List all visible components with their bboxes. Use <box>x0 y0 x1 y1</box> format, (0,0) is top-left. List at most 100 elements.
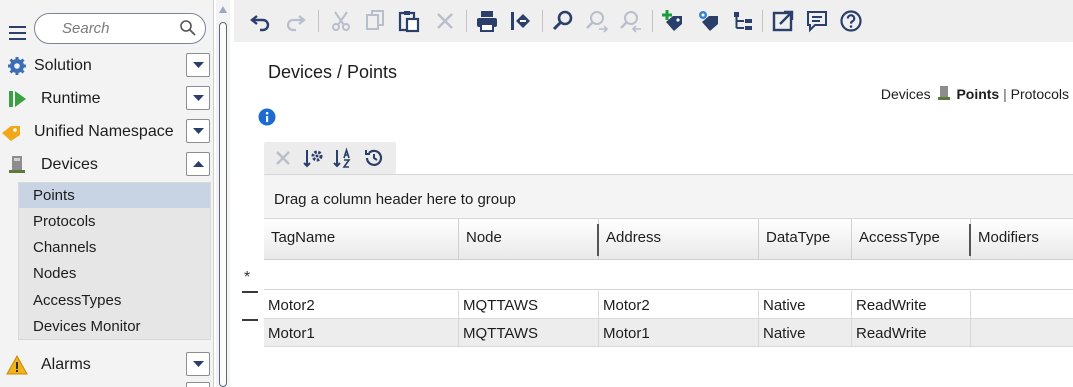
cell-node[interactable]: MQTTAWS <box>459 319 599 346</box>
cell-modifiers[interactable] <box>971 291 1073 318</box>
cell-address[interactable]: Motor1 <box>599 319 759 346</box>
print-icon <box>477 11 497 32</box>
add-tag-icon <box>662 10 682 31</box>
find-next-button[interactable] <box>582 6 612 36</box>
hamburger-menu-icon[interactable] <box>9 26 26 40</box>
column-header-node[interactable]: Node <box>459 219 599 260</box>
delete-icon <box>437 13 453 29</box>
paste-icon <box>398 11 420 33</box>
cut-icon <box>332 11 350 31</box>
undo-button[interactable] <box>246 6 276 36</box>
sort-az-icon[interactable] <box>332 147 354 169</box>
expand-button[interactable] <box>186 86 210 110</box>
sidebar-subitem-accesstypes[interactable]: AccessTypes <box>19 288 210 313</box>
grid-toolbar <box>264 142 396 174</box>
comment-icon <box>807 11 827 33</box>
cell-accesstype[interactable]: ReadWrite <box>852 291 971 318</box>
group-hint: Drag a column header here to group <box>274 191 516 208</box>
chevron-down-icon <box>193 128 204 134</box>
sort-settings-icon[interactable] <box>302 147 324 169</box>
column-header-datatype[interactable]: DataType <box>759 219 852 260</box>
search-placeholder: Search <box>62 20 110 37</box>
paste-button[interactable] <box>394 6 424 36</box>
group-panel[interactable]: Drag a column header here to group <box>264 174 1073 218</box>
search-input[interactable]: Search <box>34 13 206 44</box>
play-icon <box>9 91 26 107</box>
import-button[interactable] <box>506 6 536 36</box>
scrollbar-thumb[interactable] <box>219 22 227 387</box>
main-content: Devices / Points Devices Points | Protoc… <box>234 42 1073 387</box>
cell-datatype[interactable]: Native <box>759 291 852 318</box>
protocols-link[interactable]: Protocols <box>1011 86 1069 102</box>
expand-button[interactable] <box>186 352 210 376</box>
sidebar-item-unified-namespace[interactable]: Unified Namespace <box>0 115 214 147</box>
main-toolbar <box>234 0 1073 42</box>
sidebar-subitem-protocols[interactable]: Protocols <box>19 209 210 234</box>
clear-icon[interactable] <box>272 147 294 169</box>
device-icon <box>9 156 25 173</box>
sidebar-item-alarms[interactable]: Alarms <box>0 348 214 380</box>
cell-modifiers[interactable] <box>971 319 1073 346</box>
print-button[interactable] <box>472 6 502 36</box>
sidebar-subitem-devices-monitor[interactable]: Devices Monitor <box>19 314 210 339</box>
column-header-tagname[interactable]: TagName <box>264 219 459 260</box>
collapse-button[interactable] <box>186 152 210 176</box>
open-new-window-icon <box>772 10 794 32</box>
table-row[interactable]: Motor2 MQTTAWS Motor2 Native ReadWrite <box>264 291 1073 319</box>
open-new-window-button[interactable] <box>768 6 798 36</box>
sidebar-scrollbar[interactable] <box>216 0 230 387</box>
redo-icon <box>286 15 306 32</box>
table-row[interactable]: Motor1 MQTTAWS Motor1 Native ReadWrite <box>264 319 1073 347</box>
cell-node[interactable]: MQTTAWS <box>459 291 599 318</box>
new-row[interactable] <box>264 260 1073 290</box>
expand-button[interactable] <box>186 382 210 387</box>
column-header-address[interactable]: Address <box>597 219 759 260</box>
sidebar-item-devices[interactable]: Devices <box>0 148 214 180</box>
delete-button[interactable] <box>430 6 460 36</box>
sidebar: Search Solution Runtime Unified Namespac… <box>0 0 214 387</box>
sidebar-item-label: Unified Namespace <box>34 123 174 140</box>
redo-button[interactable] <box>280 6 310 36</box>
sidebar-item-runtime[interactable]: Runtime <box>0 82 214 114</box>
sidebar-item-label: Devices <box>41 156 98 173</box>
sidebar-subitem-nodes[interactable]: Nodes <box>19 261 210 286</box>
cell-tagname[interactable]: Motor1 <box>264 319 459 346</box>
cut-button[interactable] <box>326 6 356 36</box>
switcher-divider: | <box>1003 86 1007 102</box>
copy-button[interactable] <box>360 6 390 36</box>
add-tag-button[interactable] <box>658 6 688 36</box>
column-header-accesstype[interactable]: AccessType <box>852 219 971 260</box>
cell-tagname[interactable]: Motor2 <box>264 291 459 318</box>
tag-settings-button[interactable] <box>694 6 724 36</box>
cell-datatype[interactable]: Native <box>759 319 852 346</box>
chevron-up-icon <box>193 161 204 167</box>
cell-address[interactable]: Motor2 <box>599 291 759 318</box>
comment-button[interactable] <box>802 6 832 36</box>
find-icon <box>552 10 573 31</box>
scroll-up-arrow-icon[interactable] <box>219 6 227 13</box>
cell-accesstype[interactable]: ReadWrite <box>852 319 971 346</box>
find-button[interactable] <box>548 6 578 36</box>
chevron-down-icon <box>193 361 204 367</box>
sidebar-item-label: Runtime <box>41 90 101 107</box>
find-previous-button[interactable] <box>616 6 646 36</box>
sidebar-item-solution[interactable]: Solution <box>0 49 214 81</box>
row-indicator <box>242 291 258 293</box>
expand-button[interactable] <box>186 53 210 77</box>
info-icon[interactable] <box>258 108 276 126</box>
expand-button[interactable] <box>186 119 210 143</box>
column-header-modifiers[interactable]: Modifiers <box>969 219 1073 260</box>
points-grid: Drag a column header here to group TagNa… <box>234 174 1073 387</box>
import-icon <box>511 12 530 30</box>
search-icon[interactable] <box>179 19 197 37</box>
sidebar-subitem-channels[interactable]: Channels <box>19 235 210 260</box>
tag-icon <box>2 126 20 141</box>
tree-view-button[interactable] <box>728 6 758 36</box>
points-link[interactable]: Points <box>956 86 999 102</box>
sidebar-subitem-points[interactable]: Points <box>19 183 210 208</box>
help-button[interactable] <box>836 6 866 36</box>
devices-link[interactable]: Devices <box>881 86 931 102</box>
warning-icon <box>6 354 28 375</box>
grid-header: TagName Node Address DataType AccessType… <box>264 218 1073 260</box>
history-icon[interactable] <box>363 147 385 169</box>
